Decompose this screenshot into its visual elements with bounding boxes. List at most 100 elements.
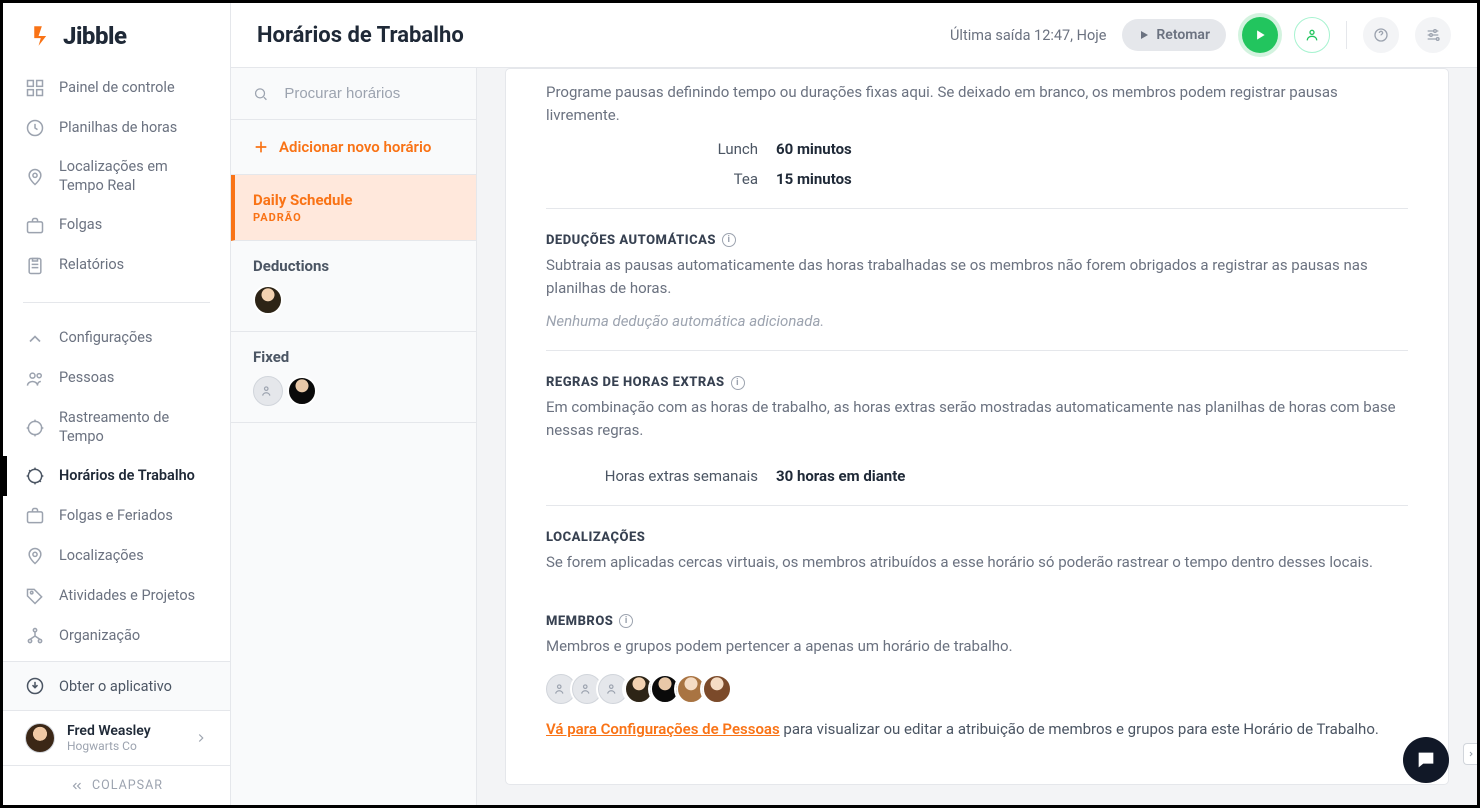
clock-icon xyxy=(25,118,45,138)
people-settings-link[interactable]: Vá para Configurações de Pessoas xyxy=(546,720,780,738)
nav-organization[interactable]: Organização xyxy=(3,616,230,656)
nav-label: Painel de controle xyxy=(59,79,175,98)
chevron-right-icon xyxy=(1467,750,1475,758)
get-app-button[interactable]: Obter o aplicativo xyxy=(3,662,230,710)
member-avatars xyxy=(546,674,1408,704)
start-timer-button[interactable] xyxy=(1242,17,1278,53)
people-icon xyxy=(580,682,594,696)
user-avatar xyxy=(25,723,55,753)
people-icon xyxy=(554,682,568,696)
schedule-default-badge: PADRÃO xyxy=(253,211,454,224)
people-icon xyxy=(261,384,275,398)
break-name: Tea xyxy=(546,170,758,188)
section-title-members: MEMBROS xyxy=(546,614,613,629)
nav-holidays[interactable]: Folgas e Feriados xyxy=(3,496,230,536)
schedule-item-fixed[interactable]: Fixed xyxy=(231,332,476,423)
chevron-up-icon xyxy=(25,329,45,349)
member-avatar xyxy=(253,285,283,315)
nav-divider xyxy=(23,302,210,303)
member-avatar xyxy=(702,674,732,704)
side-toggle[interactable] xyxy=(1463,743,1477,765)
settings-button[interactable] xyxy=(1415,17,1451,53)
collapse-sidebar-button[interactable]: COLAPSAR xyxy=(3,765,230,805)
schedule-search-input[interactable] xyxy=(282,84,454,103)
break-value: 15 minutos xyxy=(776,170,852,188)
schedule-detail-card: Programe pausas definindo tempo ou duraç… xyxy=(505,68,1449,785)
pin-icon xyxy=(25,546,45,566)
break-value: 60 minutos xyxy=(776,140,852,158)
nav-reports[interactable]: Relatórios xyxy=(3,246,230,286)
nav-label: Localizações em Tempo Real xyxy=(59,158,210,196)
info-icon[interactable]: i xyxy=(619,614,633,628)
user-menu[interactable]: Fred Weasley Hogwarts Co xyxy=(3,710,230,765)
nav-label: Organização xyxy=(59,627,140,646)
chevrons-left-icon xyxy=(70,779,84,793)
play-icon xyxy=(1253,28,1267,42)
add-schedule-label: Adicionar novo horário xyxy=(279,138,431,156)
nav-label: Folgas e Feriados xyxy=(59,507,173,526)
nav-activities[interactable]: Atividades e Projetos xyxy=(3,576,230,616)
schedule-item-deductions[interactable]: Deductions xyxy=(231,241,476,332)
section-title-locations: LOCALIZAÇÕES xyxy=(546,530,645,545)
pin-icon xyxy=(25,167,45,187)
collapse-label: COLAPSAR xyxy=(92,778,163,793)
brand-logo[interactable]: Jibble xyxy=(3,3,230,68)
overtime-desc: Em combinação com as horas de trabalho, … xyxy=(546,396,1408,443)
members-desc: Membros e grupos podem pertencer a apena… xyxy=(546,635,1408,658)
resume-button[interactable]: Retomar xyxy=(1122,19,1226,51)
chevron-right-icon xyxy=(194,731,208,745)
topbar-divider xyxy=(1346,21,1347,49)
help-button[interactable] xyxy=(1363,17,1399,53)
people-icon xyxy=(606,682,620,696)
nav-label: Rastreamento de Tempo xyxy=(59,409,210,447)
content-area: Programe pausas definindo tempo ou duraç… xyxy=(477,68,1477,805)
nav-people[interactable]: Pessoas xyxy=(3,359,230,399)
schedule-name: Fixed xyxy=(253,348,454,366)
info-icon[interactable]: i xyxy=(731,376,745,390)
brand-name: Jibble xyxy=(63,22,126,50)
nav-live-locations[interactable]: Localizações em Tempo Real xyxy=(3,148,230,206)
help-icon xyxy=(1373,27,1389,43)
nav-label: Pessoas xyxy=(59,369,114,388)
overtime-value: 30 horas em diante xyxy=(776,467,905,485)
nav-label: Relatórios xyxy=(59,256,124,275)
page-title: Horários de Trabalho xyxy=(257,23,934,48)
nav-dashboard[interactable]: Painel de controle xyxy=(3,68,230,108)
suitcase-icon xyxy=(25,216,45,236)
locations-desc: Se forem aplicadas cercas virtuais, os m… xyxy=(546,551,1408,574)
get-app-label: Obter o aplicativo xyxy=(59,678,172,695)
nav-work-schedules[interactable]: Horários de Trabalho xyxy=(3,456,230,496)
schedule-list-panel: Adicionar novo horário Daily Schedule PA… xyxy=(231,68,477,805)
user-icon xyxy=(1304,27,1320,43)
nav-time-tracking[interactable]: Rastreamento de Tempo xyxy=(3,399,230,457)
nav-settings-toggle[interactable]: Configurações xyxy=(3,319,230,359)
dashboard-icon xyxy=(25,78,45,98)
play-icon xyxy=(1138,29,1150,41)
nav-timesheets[interactable]: Planilhas de horas xyxy=(3,108,230,148)
tag-icon xyxy=(25,586,45,606)
nav-label: Folgas xyxy=(59,216,102,235)
nav-label: Planilhas de horas xyxy=(59,119,177,138)
nav-timeoff[interactable]: Folgas xyxy=(3,206,230,246)
online-user-button[interactable] xyxy=(1294,17,1330,53)
chat-widget-button[interactable] xyxy=(1403,737,1449,783)
schedule-search[interactable] xyxy=(231,68,476,120)
topbar: Horários de Trabalho Última saída 12:47,… xyxy=(231,3,1477,68)
resume-label: Retomar xyxy=(1156,27,1210,43)
section-title-overtime: REGRAS DE HORAS EXTRAS xyxy=(546,375,725,390)
members-footnote: para visualizar ou editar a atribuição d… xyxy=(780,720,1379,738)
schedule-item-daily[interactable]: Daily Schedule PADRÃO xyxy=(231,175,476,241)
deductions-empty: Nenhuma dedução automática adicionada. xyxy=(546,312,1408,330)
clipboard-icon xyxy=(25,256,45,276)
nav-label: Localizações xyxy=(59,547,144,566)
add-schedule-button[interactable]: Adicionar novo horário xyxy=(231,120,476,175)
breaks-desc: Programe pausas definindo tempo ou duraç… xyxy=(546,81,1408,128)
people-icon xyxy=(25,369,45,389)
deductions-desc: Subtraia as pausas automaticamente das h… xyxy=(546,254,1408,301)
schedule-icon xyxy=(25,466,45,486)
info-icon[interactable]: i xyxy=(722,233,736,247)
user-name: Fred Weasley xyxy=(67,723,182,739)
break-name: Lunch xyxy=(546,140,758,158)
nav-locations[interactable]: Localizações xyxy=(3,536,230,576)
sidebar: Jibble Painel de controle Planilhas de h… xyxy=(3,3,231,805)
